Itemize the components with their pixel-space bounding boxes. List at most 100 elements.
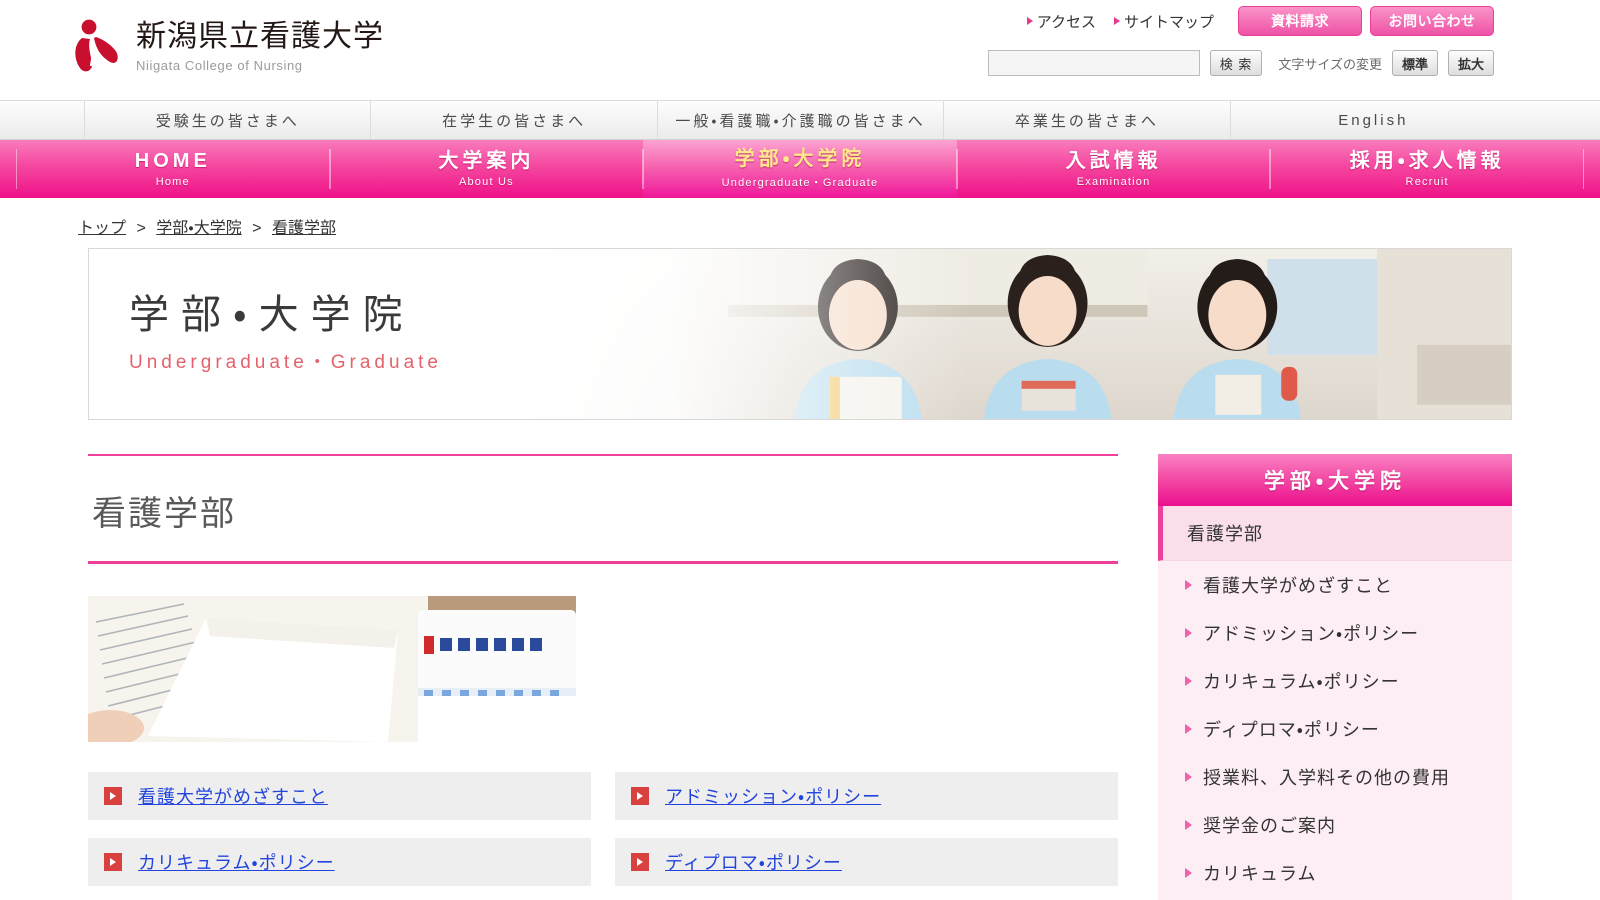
nav-item-recruit-en: Recruit xyxy=(1405,175,1449,188)
nav-item-about[interactable]: 大学案内 About Us xyxy=(329,140,644,198)
triangle-bullet-icon xyxy=(1185,580,1192,590)
sidebar-item-diploma-policy-label: ディプロマ・ポリシー xyxy=(1203,720,1380,740)
content-link-admission-policy-label: アドミッション・ポリシー xyxy=(665,787,882,807)
triangle-bullet-icon xyxy=(1026,17,1033,25)
search-input[interactable] xyxy=(987,50,1200,76)
subnav-item-alumni[interactable]: 卒業生の皆さまへ xyxy=(943,101,1229,139)
sidebar-item-tuition-fees-label: 授業料、入学料その他の費用 xyxy=(1203,768,1450,788)
subnav-item-public-nurses[interactable]: 一般・看護職・介護職の皆さまへ xyxy=(656,101,943,139)
site-header: 新潟県立看護大学 Niigata College of Nursing アクセス… xyxy=(0,0,1600,100)
search-button[interactable]: 検 索 xyxy=(1209,50,1263,76)
util-link-access-label: アクセス xyxy=(1036,13,1096,31)
content-link-aims-label: 看護大学がめざすこと xyxy=(138,787,328,807)
triangle-bullet-icon xyxy=(1113,17,1120,25)
arrow-square-icon xyxy=(104,853,122,871)
sidebar-item-diploma-policy[interactable]: ディプロマ・ポリシー xyxy=(1158,705,1512,753)
content-photo-image xyxy=(88,596,576,742)
content-link-diploma-policy-label: ディプロマ・ポリシー xyxy=(665,853,842,873)
content-link-admission-policy[interactable]: アドミッション・ポリシー xyxy=(615,772,1118,820)
logo-name-en: Niigata College of Nursing xyxy=(136,58,303,74)
arrow-square-icon xyxy=(104,787,122,805)
subnav-right-spacer xyxy=(1516,101,1600,139)
page-root: 新潟県立看護大学 Niigata College of Nursing アクセス… xyxy=(0,0,1600,900)
sidebar-item-curriculum-label: カリキュラム xyxy=(1203,864,1317,884)
nav-item-home-jp: HOME xyxy=(134,150,211,173)
arrow-square-icon xyxy=(631,787,649,805)
content-link-diploma-policy[interactable]: ディプロマ・ポリシー xyxy=(615,838,1118,886)
triangle-bullet-icon xyxy=(1185,628,1192,638)
sidebar-item-tuition-fees[interactable]: 授業料、入学料その他の費用 xyxy=(1158,753,1512,801)
sidebar-item-aims[interactable]: 看護大学がめざすこと xyxy=(1158,561,1512,609)
nav-item-undergraduate-graduate-en: Undergraduate・Graduate xyxy=(721,176,879,189)
nav-item-undergraduate-graduate[interactable]: 学部・大学院 Undergraduate・Graduate xyxy=(643,140,957,198)
main-content: 看護学部 看護大学がめざすこと アドミッション・ポリシー カリキュラム・ポリシー… xyxy=(88,454,1118,886)
mainnav-right-pad xyxy=(1584,140,1600,198)
title-rule-bottom xyxy=(88,561,1118,564)
breadcrumb-item-top[interactable]: トップ xyxy=(78,220,126,237)
subnav-left-spacer xyxy=(0,101,84,139)
sidebar-item-curriculum[interactable]: カリキュラム xyxy=(1158,849,1512,897)
content-link-grid: 看護大学がめざすこと アドミッション・ポリシー カリキュラム・ポリシー ディプロ… xyxy=(88,772,1118,886)
breadcrumb-separator: > xyxy=(252,220,262,237)
sidebar-item-admission-policy-label: アドミッション・ポリシー xyxy=(1203,624,1420,644)
page-title: 看護学部 xyxy=(92,495,236,533)
university-mark-icon xyxy=(75,19,118,72)
nav-item-examination[interactable]: 入試情報 Examination xyxy=(956,140,1271,198)
util-link-sitemap-label: サイトマップ xyxy=(1123,13,1214,31)
site-logo[interactable]: 新潟県立看護大学 Niigata College of Nursing xyxy=(70,18,384,74)
sidebar-body: 看護学部 看護大学がめざすこと アドミッション・ポリシー カリキュラム・ポリシー… xyxy=(1158,506,1512,900)
header-utility-bottom: 検 索 文字サイズの変更 標準 拡大 xyxy=(987,50,1494,76)
content-link-curriculum-policy[interactable]: カリキュラム・ポリシー xyxy=(88,838,591,886)
sidebar-item-scholarship-label: 奨学金のご案内 xyxy=(1203,816,1336,836)
nav-item-examination-en: Examination xyxy=(1076,175,1151,188)
sidebar: 学部・大学院 看護学部 看護大学がめざすこと アドミッション・ポリシー カリキュ… xyxy=(1158,454,1512,900)
font-size-label: 文字サイズの変更 xyxy=(1278,56,1382,72)
breadcrumb: トップ > 学部・大学院 > 看護学部 xyxy=(0,198,1600,248)
primary-navigation: HOME Home 大学案内 About Us 学部・大学院 Undergrad… xyxy=(0,140,1600,198)
triangle-bullet-icon xyxy=(1185,772,1192,782)
sidebar-item-aims-label: 看護大学がめざすこと xyxy=(1203,576,1393,596)
nav-item-examination-jp: 入試情報 xyxy=(1065,150,1162,173)
breadcrumb-item-undergraduate-graduate[interactable]: 学部・大学院 xyxy=(156,220,241,237)
body-layout: 看護学部 看護大学がめざすこと アドミッション・ポリシー カリキュラム・ポリシー… xyxy=(88,454,1512,900)
sidebar-heading: 学部・大学院 xyxy=(1158,454,1512,506)
util-link-sitemap[interactable]: サイトマップ xyxy=(1113,11,1214,32)
font-size-standard-button[interactable]: 標準 xyxy=(1391,50,1438,76)
hero-banner: 学部・大学院 Undergraduate・Graduate xyxy=(88,248,1512,420)
sidebar-item-curriculum-policy-label: カリキュラム・ポリシー xyxy=(1203,672,1400,692)
hero-title-jp: 学部・大学院 xyxy=(129,293,415,337)
header-utility-top: アクセス サイトマップ 資料請求 お問い合わせ xyxy=(1026,6,1494,36)
nav-item-home[interactable]: HOME Home xyxy=(16,140,330,198)
content-link-aims[interactable]: 看護大学がめざすこと xyxy=(88,772,591,820)
content-photo xyxy=(88,596,576,742)
contact-button[interactable]: お問い合わせ xyxy=(1370,6,1494,36)
secondary-navigation: 受験生の皆さまへ 在学生の皆さまへ 一般・看護職・介護職の皆さまへ 卒業生の皆さ… xyxy=(0,100,1600,140)
sidebar-item-scholarship[interactable]: 奨学金のご案内 xyxy=(1158,801,1512,849)
hero-title-en: Undergraduate・Graduate xyxy=(129,352,442,373)
hero-text: 学部・大学院 Undergraduate・Graduate xyxy=(129,293,442,374)
nav-item-recruit-jp: 採用・求人情報 xyxy=(1349,150,1505,173)
nav-item-recruit[interactable]: 採用・求人情報 Recruit xyxy=(1270,140,1584,198)
nav-item-about-en: About Us xyxy=(458,175,514,188)
font-size-large-button[interactable]: 拡大 xyxy=(1447,50,1494,76)
subnav-item-prospective[interactable]: 受験生の皆さまへ xyxy=(84,101,370,139)
content-link-curriculum-policy-label: カリキュラム・ポリシー xyxy=(138,853,335,873)
triangle-bullet-icon xyxy=(1185,820,1192,830)
breadcrumb-separator: > xyxy=(136,220,146,237)
request-materials-button[interactable]: 資料請求 xyxy=(1238,6,1362,36)
triangle-bullet-icon xyxy=(1185,868,1192,878)
arrow-square-icon xyxy=(631,853,649,871)
nav-item-undergraduate-graduate-jp: 学部・大学院 xyxy=(734,148,866,171)
util-link-access[interactable]: アクセス xyxy=(1026,11,1096,32)
mainnav-left-pad xyxy=(0,140,16,198)
subnav-item-current-students[interactable]: 在学生の皆さまへ xyxy=(370,101,656,139)
nav-item-about-jp: 大学案内 xyxy=(438,150,535,173)
sidebar-item-curriculum-policy[interactable]: カリキュラム・ポリシー xyxy=(1158,657,1512,705)
sidebar-item-nursing-faculty[interactable]: 看護学部 xyxy=(1158,506,1512,561)
triangle-bullet-icon xyxy=(1185,724,1192,734)
logo-name-jp: 新潟県立看護大学 xyxy=(136,18,384,54)
sidebar-item-admission-policy[interactable]: アドミッション・ポリシー xyxy=(1158,609,1512,657)
subnav-item-english[interactable]: English xyxy=(1229,101,1516,139)
triangle-bullet-icon xyxy=(1185,676,1192,686)
breadcrumb-item-nursing-faculty[interactable]: 看護学部 xyxy=(272,220,336,237)
